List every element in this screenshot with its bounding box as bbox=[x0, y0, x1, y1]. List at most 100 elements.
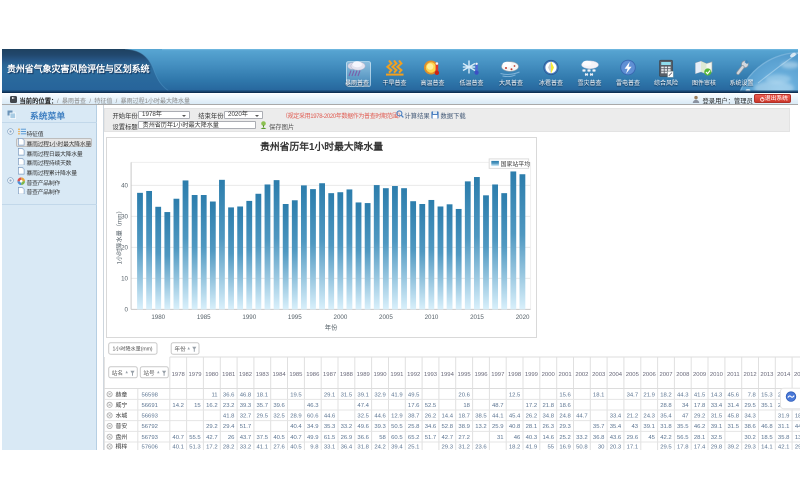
svg-text:34.3: 34.3 bbox=[744, 414, 756, 420]
svg-text:26.2: 26.2 bbox=[526, 414, 537, 420]
svg-text:28.8: 28.8 bbox=[660, 403, 672, 409]
svg-text:17.4: 17.4 bbox=[694, 445, 706, 450]
svg-text:40: 40 bbox=[122, 182, 129, 189]
svg-text:1980: 1980 bbox=[205, 372, 219, 378]
svg-text:41.8: 41.8 bbox=[223, 414, 235, 420]
svg-text:17.6: 17.6 bbox=[408, 403, 420, 409]
svg-text:46.8: 46.8 bbox=[240, 392, 252, 398]
svg-text:29.2: 29.2 bbox=[694, 414, 705, 420]
svg-text:2012: 2012 bbox=[744, 372, 757, 378]
svg-text:29.1: 29.1 bbox=[324, 392, 335, 398]
svg-text:2000: 2000 bbox=[542, 372, 556, 378]
svg-text:46.3: 46.3 bbox=[307, 403, 319, 409]
svg-text:31.8: 31.8 bbox=[660, 424, 672, 430]
svg-text:1984: 1984 bbox=[273, 372, 287, 378]
svg-text:14.6: 14.6 bbox=[543, 435, 555, 441]
svg-text:15.3: 15.3 bbox=[761, 392, 773, 398]
svg-text:30: 30 bbox=[598, 445, 605, 450]
svg-text:31.4: 31.4 bbox=[728, 403, 740, 409]
svg-text:33.4: 33.4 bbox=[711, 403, 723, 409]
svg-text:15: 15 bbox=[194, 403, 201, 409]
svg-text:1985: 1985 bbox=[289, 372, 303, 378]
svg-text:58: 58 bbox=[379, 435, 386, 441]
svg-text:51.7: 51.7 bbox=[240, 424, 251, 430]
svg-text:40.7: 40.7 bbox=[290, 435, 301, 441]
svg-text:42.2: 42.2 bbox=[660, 435, 671, 441]
svg-text:30.2: 30.2 bbox=[744, 435, 755, 441]
svg-text:35.7: 35.7 bbox=[593, 424, 604, 430]
svg-text:33.1: 33.1 bbox=[324, 445, 335, 450]
svg-text:2015: 2015 bbox=[471, 314, 485, 321]
svg-text:2011: 2011 bbox=[727, 372, 740, 378]
svg-text:34.8: 34.8 bbox=[543, 414, 555, 420]
svg-text:20.3: 20.3 bbox=[610, 445, 622, 450]
svg-text:39.1: 39.1 bbox=[357, 392, 368, 398]
svg-text:1991: 1991 bbox=[390, 372, 403, 378]
svg-text:26: 26 bbox=[228, 435, 235, 441]
svg-text:11: 11 bbox=[211, 392, 217, 398]
svg-text:1小时降水量（mm）: 1小时降水量（mm） bbox=[116, 207, 124, 264]
svg-text:水城: 水城 bbox=[116, 412, 128, 420]
svg-text:52.5: 52.5 bbox=[425, 403, 437, 409]
svg-text:年份: 年份 bbox=[175, 345, 187, 353]
svg-text:31.5: 31.5 bbox=[728, 424, 740, 430]
svg-text:2005: 2005 bbox=[379, 314, 393, 321]
svg-text:35.4: 35.4 bbox=[610, 424, 622, 430]
svg-text:25.2: 25.2 bbox=[559, 435, 570, 441]
svg-text:28.2: 28.2 bbox=[223, 445, 234, 450]
svg-text:31.8: 31.8 bbox=[357, 445, 369, 450]
svg-text:26.2: 26.2 bbox=[425, 414, 436, 420]
svg-text:39.1: 39.1 bbox=[643, 424, 654, 430]
svg-text:21.8: 21.8 bbox=[543, 403, 555, 409]
svg-text:40.5: 40.5 bbox=[273, 435, 285, 441]
svg-text:48.7: 48.7 bbox=[492, 403, 503, 409]
svg-text:17.1: 17.1 bbox=[627, 445, 638, 450]
svg-text:14.3: 14.3 bbox=[711, 392, 723, 398]
svg-text:45.8: 45.8 bbox=[728, 414, 740, 420]
svg-text:赫章: 赫章 bbox=[116, 390, 128, 398]
svg-text:1990: 1990 bbox=[373, 372, 387, 378]
svg-text:35.5: 35.5 bbox=[677, 424, 689, 430]
svg-text:43.7: 43.7 bbox=[240, 435, 251, 441]
svg-text:35.4: 35.4 bbox=[660, 414, 672, 420]
svg-text:桐梓: 桐梓 bbox=[116, 443, 128, 450]
svg-text:41.1: 41.1 bbox=[257, 445, 268, 450]
svg-text:46.8: 46.8 bbox=[761, 424, 773, 430]
svg-text:44.7: 44.7 bbox=[576, 414, 587, 420]
svg-text:10: 10 bbox=[122, 275, 129, 282]
svg-text:2010: 2010 bbox=[710, 372, 724, 378]
svg-text:1994: 1994 bbox=[441, 372, 455, 378]
svg-text:26.9: 26.9 bbox=[341, 435, 352, 441]
svg-text:29.4: 29.4 bbox=[223, 424, 235, 430]
svg-text:56691: 56691 bbox=[142, 403, 158, 409]
svg-text:站名: 站名 bbox=[112, 369, 123, 377]
svg-text:39.2: 39.2 bbox=[728, 445, 739, 450]
svg-text:40.7: 40.7 bbox=[172, 435, 183, 441]
svg-text:1995: 1995 bbox=[288, 314, 302, 321]
svg-text:56598: 56598 bbox=[142, 392, 159, 398]
svg-text:31.2: 31.2 bbox=[458, 445, 469, 450]
svg-text:39.3: 39.3 bbox=[374, 424, 386, 430]
svg-text:55.5: 55.5 bbox=[189, 435, 201, 441]
svg-text:56693: 56693 bbox=[142, 414, 159, 420]
svg-text:40.8: 40.8 bbox=[509, 424, 521, 430]
svg-text:7.8: 7.8 bbox=[748, 392, 757, 398]
svg-text:31.1: 31.1 bbox=[778, 424, 789, 430]
svg-text:1982: 1982 bbox=[239, 372, 252, 378]
svg-text:贵州省历年1小时最大降水量: 贵州省历年1小时最大降水量 bbox=[260, 139, 383, 152]
svg-text:56.5: 56.5 bbox=[677, 435, 689, 441]
svg-text:29.4: 29.4 bbox=[795, 445, 800, 450]
svg-text:49.5: 49.5 bbox=[408, 392, 420, 398]
svg-text:45.4: 45.4 bbox=[509, 414, 521, 420]
svg-text:29.8: 29.8 bbox=[711, 445, 723, 450]
svg-text:41.9: 41.9 bbox=[526, 445, 537, 450]
svg-text:36.6: 36.6 bbox=[223, 392, 235, 398]
svg-text:50.8: 50.8 bbox=[576, 445, 588, 450]
svg-text:27.2: 27.2 bbox=[458, 435, 469, 441]
svg-text:40.3: 40.3 bbox=[526, 435, 538, 441]
svg-text:1989: 1989 bbox=[357, 372, 370, 378]
svg-text:24.8: 24.8 bbox=[559, 414, 571, 420]
svg-text:40.4: 40.4 bbox=[290, 424, 302, 430]
svg-text:23.6: 23.6 bbox=[475, 445, 487, 450]
svg-text:25.8: 25.8 bbox=[408, 424, 420, 430]
